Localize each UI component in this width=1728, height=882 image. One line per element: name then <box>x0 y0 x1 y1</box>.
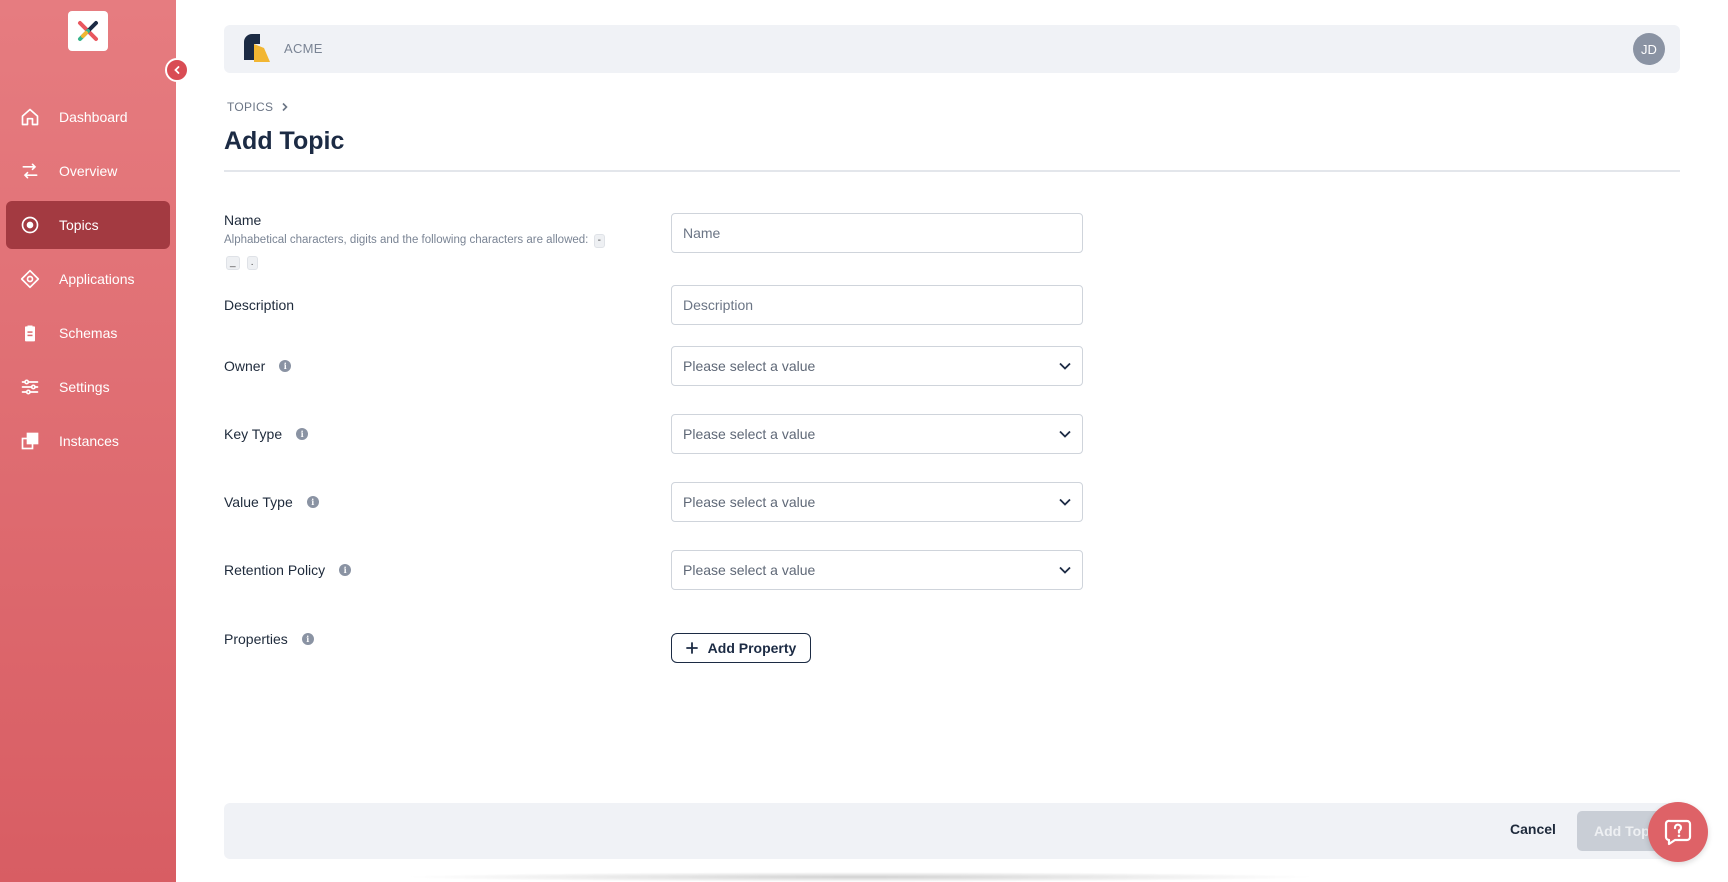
help-chat-button[interactable] <box>1648 802 1708 862</box>
sidebar-item-dashboard[interactable]: Dashboard <box>6 93 170 141</box>
value-type-select[interactable]: Please select a value <box>671 482 1083 522</box>
sidebar-item-label: Topics <box>59 217 99 233</box>
info-icon[interactable]: i <box>296 428 309 440</box>
diamond-icon <box>19 268 41 290</box>
sliders-icon <box>19 376 41 398</box>
sidebar-item-label: Applications <box>59 271 135 287</box>
description-label-text: Description <box>224 297 295 313</box>
collapse-sidebar-button[interactable] <box>165 58 189 82</box>
bottom-shadow <box>400 872 1320 882</box>
name-hint: Alphabetical characters, digits and the … <box>224 229 624 273</box>
chevron-down-icon <box>1059 566 1071 574</box>
sidebar-item-instances[interactable]: Instances <box>6 417 170 465</box>
retention-policy-select-value: Please select a value <box>683 562 816 578</box>
sidebar: Dashboard Overview Topics Applications S… <box>0 0 176 882</box>
properties-label: Properties i <box>224 631 314 647</box>
title-divider <box>224 170 1680 172</box>
owner-label: Owner i <box>224 358 292 374</box>
sidebar-item-label: Dashboard <box>59 109 128 125</box>
sidebar-item-label: Instances <box>59 433 119 449</box>
clipboard-icon <box>19 322 41 344</box>
sidebar-item-schemas[interactable]: Schemas <box>6 309 170 357</box>
retention-policy-label: Retention Policy i <box>224 562 352 578</box>
value-type-select-value: Please select a value <box>683 494 816 510</box>
retention-policy-select[interactable]: Please select a value <box>671 550 1083 590</box>
name-label: Name <box>224 212 261 228</box>
sidebar-item-overview[interactable]: Overview <box>6 147 170 195</box>
breadcrumb-topics-link[interactable]: TOPICS <box>227 100 273 114</box>
home-icon <box>19 106 41 128</box>
org-logo[interactable] <box>240 32 272 64</box>
allowed-char-underscore: _ <box>226 256 240 270</box>
sidebar-item-label: Overview <box>59 163 118 179</box>
sidebar-nav: Dashboard Overview Topics Applications S… <box>0 93 176 471</box>
key-type-label: Key Type i <box>224 426 309 442</box>
add-property-label: Add Property <box>707 640 797 656</box>
name-input[interactable] <box>671 213 1083 253</box>
org-name[interactable]: ACME <box>284 41 323 56</box>
retention-policy-label-text: Retention Policy <box>224 562 326 578</box>
description-label: Description <box>224 297 294 313</box>
owner-label-text: Owner <box>224 358 266 374</box>
sidebar-item-settings[interactable]: Settings <box>6 363 170 411</box>
arrows-icon <box>19 160 41 182</box>
description-input[interactable] <box>671 285 1083 325</box>
help-chat-icon <box>1664 819 1692 846</box>
sidebar-item-label: Schemas <box>59 325 118 341</box>
sidebar-item-label: Settings <box>59 379 110 395</box>
chevron-down-icon <box>1059 430 1071 438</box>
name-label-text: Name <box>224 212 262 228</box>
properties-label-text: Properties <box>224 631 288 647</box>
plus-icon <box>685 642 698 654</box>
chevron-left-icon <box>174 66 180 74</box>
chevron-right-icon <box>282 102 288 112</box>
info-icon[interactable]: i <box>306 496 319 508</box>
avatar[interactable]: JD <box>1633 33 1665 65</box>
app-logo[interactable] <box>68 11 108 51</box>
sidebar-item-topics[interactable]: Topics <box>6 201 170 249</box>
breadcrumb: TOPICS <box>227 100 289 114</box>
sidebar-item-applications[interactable]: Applications <box>6 255 170 303</box>
info-icon[interactable]: i <box>279 360 292 372</box>
value-type-label-text: Value Type <box>224 494 293 510</box>
key-type-select[interactable]: Please select a value <box>671 414 1083 454</box>
value-type-label: Value Type i <box>224 494 319 510</box>
top-bar: ACME JD <box>224 25 1680 73</box>
owner-select[interactable]: Please select a value <box>671 346 1083 386</box>
allowed-char-dot: . <box>246 256 258 270</box>
name-hint-text: Alphabetical characters, digits and the … <box>224 234 589 246</box>
page-title: Add Topic <box>224 127 345 155</box>
owner-select-value: Please select a value <box>683 358 816 374</box>
cancel-button[interactable]: Cancel <box>1510 821 1556 837</box>
info-icon[interactable]: i <box>339 564 352 576</box>
target-icon <box>19 214 41 236</box>
info-icon[interactable]: i <box>301 633 314 645</box>
app-logo-icon <box>78 21 98 41</box>
instances-icon <box>19 430 41 452</box>
key-type-label-text: Key Type <box>224 426 283 442</box>
key-type-select-value: Please select a value <box>683 426 816 442</box>
allowed-char-dash: - <box>593 234 605 248</box>
chevron-down-icon <box>1059 362 1071 370</box>
form-footer <box>224 803 1680 859</box>
chevron-down-icon <box>1059 498 1071 506</box>
add-property-button[interactable]: Add Property <box>671 633 811 663</box>
